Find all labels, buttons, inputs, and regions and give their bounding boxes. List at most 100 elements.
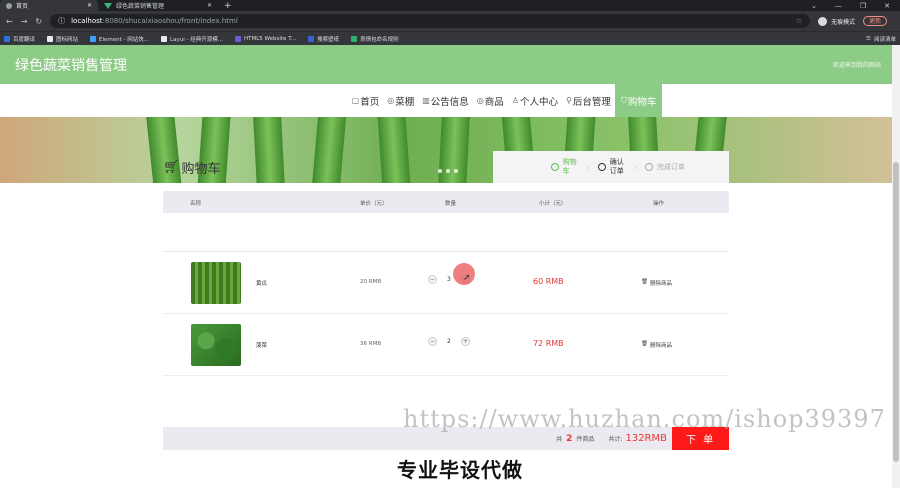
page-scrollbar[interactable] xyxy=(892,45,900,488)
delete-item-button[interactable]: 🗑︎ 删除商品 xyxy=(641,279,672,287)
back-icon[interactable]: ← xyxy=(6,17,13,26)
wallpaper-icon xyxy=(308,35,315,42)
star-icon[interactable]: ☆ xyxy=(796,17,802,25)
bookmark-item[interactable]: 图标网站 xyxy=(47,35,78,43)
order-steps: 购物车 › 确认订单 › 完成订单 xyxy=(493,151,729,183)
browser-tab-home[interactable]: 首页 ✕ xyxy=(0,0,98,11)
cart-icon: ⛉ xyxy=(620,95,627,105)
element-icon xyxy=(90,35,97,42)
reading-list-icon: ☰ xyxy=(866,35,871,42)
col-action: 操作 xyxy=(653,201,665,207)
url-path: :8080/shucaixiaoshou/front/index.html xyxy=(102,17,238,25)
decrease-button[interactable]: − xyxy=(428,275,437,284)
count-prefix: 共 xyxy=(556,436,563,443)
globe-icon xyxy=(6,2,12,9)
chevron-right-icon: › xyxy=(586,162,590,172)
quantity-value[interactable]: 2 xyxy=(447,338,451,345)
reload-icon[interactable]: ↻ xyxy=(35,17,42,26)
menu-item-profile[interactable]: ♙ 个人中心 xyxy=(508,84,562,117)
table-divider xyxy=(163,213,729,252)
browser-tab-site[interactable]: 绿色蔬菜销售管理 ✕ xyxy=(98,0,218,11)
site-title: 绿色蔬菜销售管理 xyxy=(15,57,127,74)
update-button[interactable]: 更新 xyxy=(863,16,888,26)
col-price: 单价（元） xyxy=(360,201,388,207)
menu-item-notice[interactable]: ▥ 公告信息 xyxy=(418,84,473,117)
row-subtotal: 72 RMB xyxy=(533,339,564,348)
html5-icon xyxy=(234,35,241,42)
quantity-stepper: − 2 + xyxy=(428,337,470,346)
flag-icon xyxy=(47,35,54,42)
product-name: 菠菜 xyxy=(256,343,268,349)
menu-item-cart[interactable]: ⛉ 购物车 xyxy=(614,84,663,117)
row-subtotal: 60 RMB xyxy=(533,277,564,286)
goods-icon: ◎ xyxy=(476,96,484,105)
emoji-icon xyxy=(351,35,358,42)
bookmark-item[interactable]: 搜索壁纸 xyxy=(308,35,339,43)
step-complete: 完成订单 xyxy=(645,163,685,172)
home-icon: ▢ xyxy=(351,96,360,105)
tab-title: 绿色蔬菜销售管理 xyxy=(116,3,165,10)
watermark-text: https://www.huzhan.com/ishop39397 xyxy=(403,405,886,433)
menu-item-goods[interactable]: ◎ 商品 xyxy=(473,84,508,117)
table-row: 菠菜 36 RMB − 2 + 72 RMB 🗑︎ 删除商品 xyxy=(163,314,729,376)
address-bar: ← → ↻ ⓘ localhost:8080/shucaixiaoshou/fr… xyxy=(0,11,900,31)
col-subtotal: 小计（元） xyxy=(539,201,567,207)
shed-icon: ◎ xyxy=(387,96,395,105)
cucumber-image xyxy=(191,262,241,304)
mouse-cursor-icon: ➚ xyxy=(463,273,471,283)
total-amount: 132RMB xyxy=(625,433,667,444)
reading-list[interactable]: ☰ 阅读清单 xyxy=(866,35,896,43)
delete-item-button[interactable]: 🗑︎ 删除商品 xyxy=(641,341,672,349)
site-header: 绿色蔬菜销售管理 欢迎来到我的网站 xyxy=(0,45,900,84)
step-circle-icon xyxy=(645,163,653,171)
product-price: 20 RMB xyxy=(360,279,382,285)
cart-icon: 🛒︎ xyxy=(163,159,180,175)
url-input[interactable]: ⓘ localhost:8080/shucaixiaoshou/front/in… xyxy=(50,14,811,28)
step-cart: 购物车 xyxy=(550,158,579,176)
forward-icon[interactable]: → xyxy=(21,17,28,26)
welcome-text: 欢迎来到我的网站 xyxy=(832,62,881,69)
bookmarks-bar: 百度翻译 图标网站 Element - 网站快... Layui - 经典开源模… xyxy=(0,31,900,45)
close-tab-icon[interactable]: ✕ xyxy=(207,2,212,9)
menu-item-admin[interactable]: ⚲ 后台管理 xyxy=(562,84,615,117)
scrollbar-thumb[interactable] xyxy=(893,162,899,462)
col-qty: 数量 xyxy=(445,201,457,207)
close-tab-icon[interactable]: ✕ xyxy=(87,2,92,9)
increase-button[interactable]: + xyxy=(460,337,470,346)
menu-item-home[interactable]: ▢ 首页 xyxy=(348,84,384,117)
bookmark-item[interactable]: 百度翻译 xyxy=(4,35,35,43)
close-window-icon[interactable]: ✕ xyxy=(884,2,890,10)
profile-button[interactable]: 无痕模式 xyxy=(818,16,855,26)
layui-icon xyxy=(161,35,168,42)
step-circle-icon xyxy=(597,163,606,171)
avatar xyxy=(818,16,828,26)
bookmark-item[interactable]: Layui - 经典开源模... xyxy=(161,35,223,43)
notice-icon: ▥ xyxy=(422,96,430,105)
decrease-button[interactable]: − xyxy=(428,337,437,346)
cart-title: 🛒︎ 购物车 xyxy=(163,159,221,177)
trash-icon: 🗑︎ xyxy=(641,341,648,347)
url-host: localhost xyxy=(71,17,103,25)
spinach-image xyxy=(191,324,241,366)
cart-header: 🛒︎ 购物车 购物车 › 确认订单 › 完成订单 xyxy=(163,147,729,187)
table-row: 黄瓜 20 RMB − 3 + ➚ 60 RMB 🗑︎ 删除商品 xyxy=(163,252,729,314)
chevron-right-icon: › xyxy=(633,162,637,172)
link-icon: ⚲ xyxy=(565,96,572,105)
menu-item-shed[interactable]: ◎ 菜棚 xyxy=(383,84,418,117)
chevron-down-icon[interactable]: ⌄ xyxy=(811,2,817,10)
minimize-icon[interactable]: — xyxy=(835,2,842,10)
caption-text: 专业毕设代做 xyxy=(397,458,523,482)
quantity-value[interactable]: 3 xyxy=(447,276,451,283)
info-icon[interactable]: ⓘ xyxy=(58,16,65,26)
step-circle-icon xyxy=(550,163,559,171)
col-name: 名称 xyxy=(190,201,202,207)
new-tab-button[interactable]: + xyxy=(218,1,238,11)
bookmark-item[interactable]: Element - 网站快... xyxy=(90,35,149,43)
product-price: 36 RMB xyxy=(360,341,382,347)
translate-icon xyxy=(4,35,10,42)
bookmark-item[interactable]: HTML5 Website T... xyxy=(234,35,296,42)
user-icon: ♙ xyxy=(511,96,519,105)
browser-tab-bar: 首页 ✕ 绿色蔬菜销售管理 ✕ + ⌄ — ❐ ✕ xyxy=(0,0,900,11)
maximize-icon[interactable]: ❐ xyxy=(860,2,866,10)
bookmark-item[interactable]: 表情包命名规则 xyxy=(351,35,399,43)
